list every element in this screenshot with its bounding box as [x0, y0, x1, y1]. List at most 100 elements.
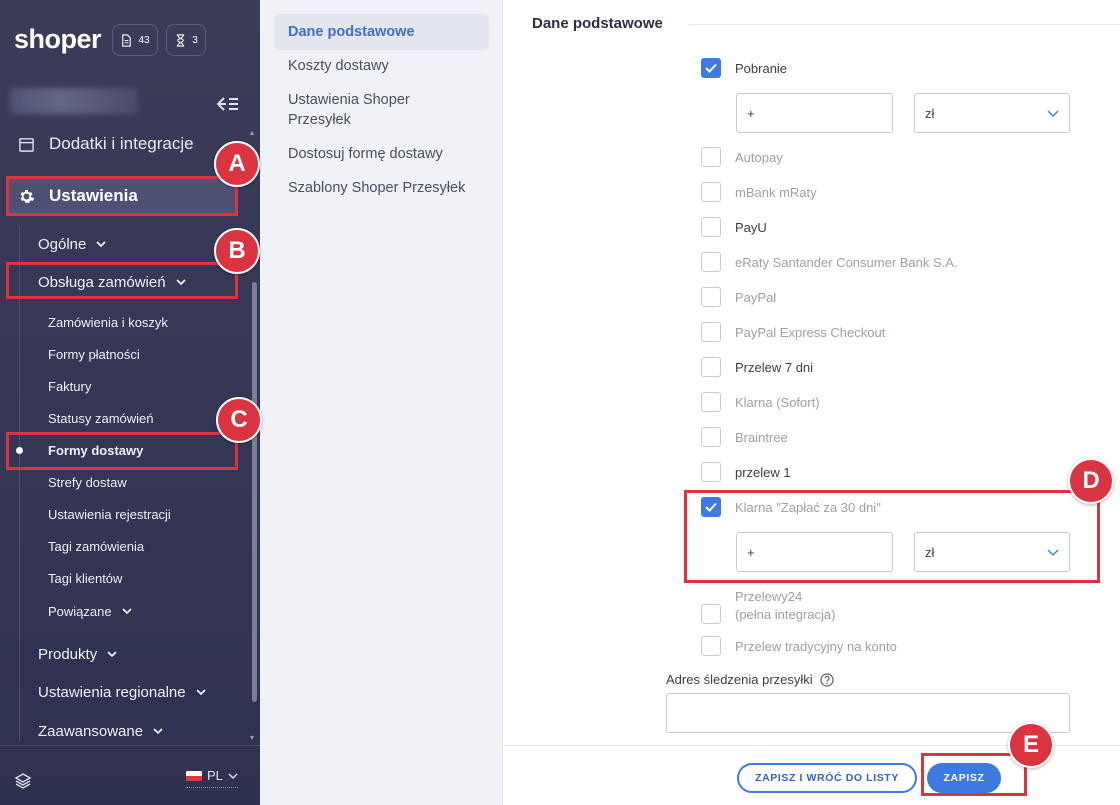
section-title: Dane podstawowe [532, 15, 663, 32]
highlight-b [6, 262, 238, 299]
sidebar-item-payment-methods[interactable]: Formy płatności [48, 345, 140, 363]
sidebar-item-customer-tags[interactable]: Tagi klientów [48, 569, 122, 587]
layers-icon[interactable] [14, 772, 32, 790]
payment-label: PayPal [735, 289, 777, 305]
chevron-down-icon [1047, 110, 1059, 117]
chevron-down-icon [107, 651, 117, 658]
checkbox[interactable] [701, 462, 721, 482]
subnav-customize-shipping[interactable]: Dostosuj formę dostawy [274, 136, 489, 172]
scroll-down-arrow[interactable]: ▾ [250, 734, 258, 742]
group-label: Zaawansowane [38, 722, 144, 740]
checkbox[interactable] [701, 392, 721, 412]
payment-option[interactable]: PayPal Express Checkout [701, 322, 885, 342]
group-label: Produkty [38, 645, 98, 663]
documents-count: 43 [138, 34, 150, 46]
help-icon[interactable] [820, 672, 834, 687]
sidebar-item-order-statuses[interactable]: Statusy zamówień [48, 409, 154, 427]
checkbox[interactable] [701, 604, 721, 624]
payment-option[interactable]: przelew 1 [701, 462, 791, 482]
payment-option[interactable]: Klarna (Sofort) [701, 392, 820, 412]
checkbox[interactable] [701, 217, 721, 237]
checkbox[interactable] [701, 357, 721, 377]
sidebar-item-order-tags[interactable]: Tagi zamówienia [48, 537, 144, 555]
checkbox-checked[interactable] [701, 58, 721, 78]
payment-label-block: Przelewy24 (pełna integracja) [735, 588, 835, 624]
subnav-shipment-templates[interactable]: Szablony Shoper Przesyłek [274, 170, 489, 206]
payment-option[interactable]: Przelewy24 (pełna integracja) [701, 588, 835, 624]
save-and-back-button[interactable]: ZAPISZ I WRÓĆ DO LISTY [737, 763, 917, 793]
payment-label: Autopay [735, 149, 783, 165]
payment-option[interactable]: Braintree [701, 427, 788, 447]
chevron-down-icon [228, 773, 238, 779]
annotation-badge-c: C [216, 397, 262, 443]
sidebar-group-general[interactable]: Ogólne [38, 233, 106, 255]
payment-option[interactable]: PayU [701, 217, 767, 237]
fee-input[interactable]: + [736, 93, 893, 133]
check-icon [705, 63, 717, 73]
annotation-badge-b: B [214, 228, 260, 274]
calendar-icon [19, 137, 34, 152]
scroll-up-arrow[interactable]: ▴ [250, 129, 258, 137]
group-label: Ustawienia regionalne [38, 683, 186, 701]
payment-label: Klarna (Sofort) [735, 394, 820, 410]
sidebar-group-products[interactable]: Produkty [38, 643, 117, 665]
chevron-down-icon [196, 689, 206, 696]
payment-option[interactable]: Pobranie [701, 58, 787, 78]
payment-label: Przelew 7 dni [735, 359, 814, 375]
sidebar-group-advanced[interactable]: Zaawansowane [38, 720, 163, 742]
sidebar-item-addons[interactable]: Dodatki i integracje [18, 130, 194, 158]
subnav-basic-data[interactable]: Dane podstawowe [274, 14, 489, 50]
checkbox[interactable] [701, 287, 721, 307]
sidebar-item-shipping-zones[interactable]: Strefy dostaw [48, 473, 127, 491]
checkbox[interactable] [701, 636, 721, 656]
payment-option[interactable]: mBank mRaty [701, 182, 817, 202]
language-selector[interactable]: PL [186, 768, 238, 788]
sidebar-item-label: Dodatki i integracje [49, 134, 194, 153]
payment-option[interactable]: eRaty Santander Consumer Bank S.A. [701, 252, 958, 272]
checkbox[interactable] [701, 252, 721, 272]
chevron-down-icon [153, 728, 163, 735]
document-icon [122, 33, 132, 47]
annotation-badge-e: E [1008, 722, 1054, 768]
payment-label: Pobranie [735, 60, 788, 76]
sidebar-item-registration-settings[interactable]: Ustawienia rejestracji [48, 505, 171, 523]
group-label: Ogólne [38, 235, 87, 253]
payment-label: PayU [735, 219, 767, 235]
payment-option[interactable]: Autopay [701, 147, 783, 167]
documents-counter[interactable]: 43 [112, 24, 158, 56]
payment-option[interactable]: Przelew tradycyjny na konto [701, 636, 897, 656]
checkbox[interactable] [701, 322, 721, 342]
shoper-logo[interactable]: shoper [14, 24, 102, 55]
sidebar-footer: PL [0, 745, 260, 805]
section-divider [689, 24, 1120, 25]
sidebar-item-orders-cart[interactable]: Zamówienia i koszyk [48, 313, 168, 331]
sidebar-item-invoices[interactable]: Faktury [48, 377, 91, 395]
tracking-url-input[interactable] [666, 693, 1070, 733]
checkbox[interactable] [701, 182, 721, 202]
sidebar: shoper 43 3 ▴ ▾ Dodatki i integracje Ust… [0, 0, 260, 805]
payment-label: przelew 1 [735, 464, 791, 480]
main-content: Dane podstawowe Pobranie + zł Autopay mB… [503, 0, 1120, 805]
checkbox[interactable] [701, 147, 721, 167]
collapse-sidebar-icon[interactable] [216, 94, 240, 114]
checkbox[interactable] [701, 427, 721, 447]
payment-option[interactable]: Przelew 7 dni [701, 357, 813, 377]
currency-value: zł [925, 105, 935, 121]
subnavigation: Dane podstawowe Koszty dostawy Ustawieni… [260, 0, 503, 805]
annotation-badge-d: D [1068, 458, 1114, 504]
payment-sublabel: (pełna integracja) [735, 607, 836, 622]
highlight-a [6, 176, 238, 216]
payment-label: mBank mRaty [735, 184, 817, 200]
subnav-shoper-shipments-settings[interactable]: Ustawienia Shoper Przesyłek [274, 82, 489, 138]
payment-option[interactable]: PayPal [701, 287, 776, 307]
timer-counter[interactable]: 3 [166, 24, 206, 56]
sidebar-item-related[interactable]: Powiązane [48, 602, 132, 620]
sidebar-scrollbar[interactable] [252, 282, 257, 702]
sidebar-group-regional[interactable]: Ustawienia regionalne [38, 681, 206, 703]
subnav-shipping-costs[interactable]: Koszty dostawy [274, 48, 489, 84]
chevron-down-icon [96, 241, 106, 248]
currency-select[interactable]: zł [914, 93, 1070, 133]
item-label: Powiązane [48, 603, 112, 619]
payment-label: Braintree [735, 429, 788, 445]
payment-label: Przelew tradycyjny na konto [735, 638, 897, 654]
